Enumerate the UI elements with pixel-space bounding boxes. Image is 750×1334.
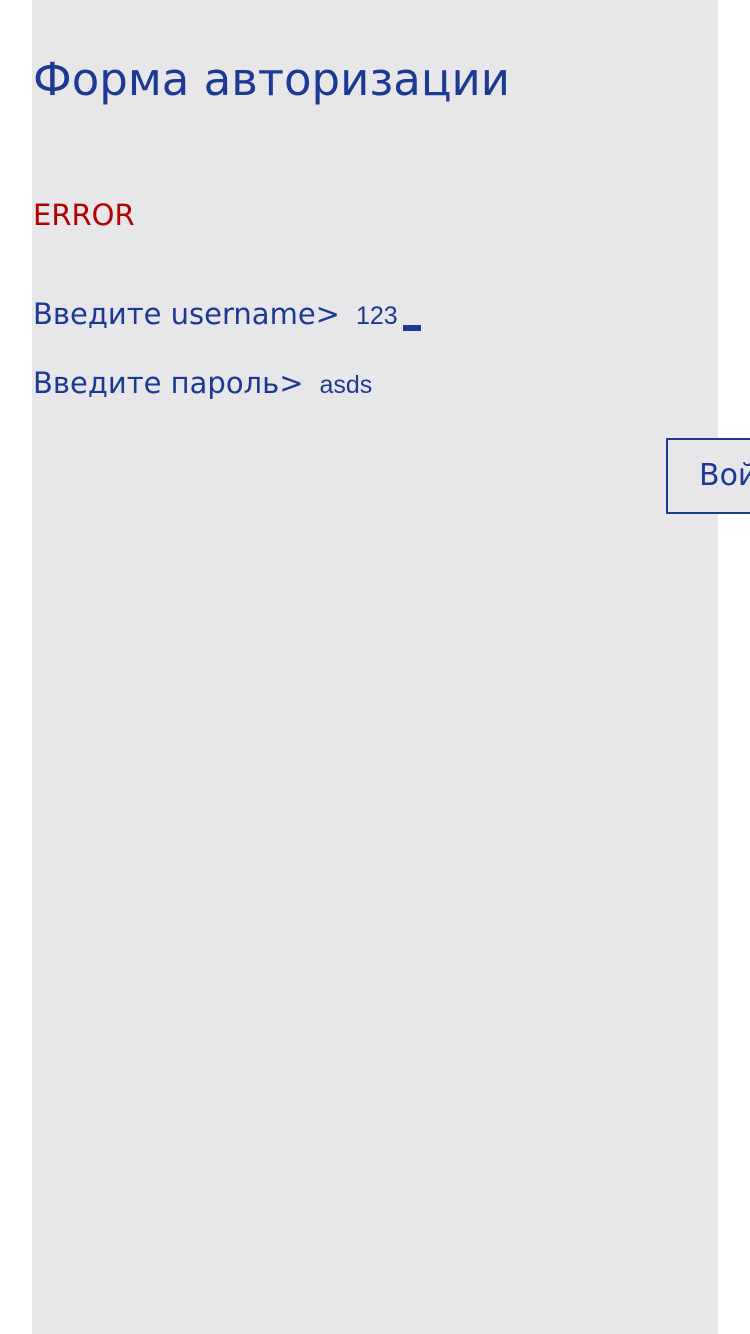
error-message: ERROR xyxy=(33,198,135,232)
password-prompt: Введите пароль> xyxy=(33,366,304,400)
login-button[interactable]: Войти xyxy=(666,438,750,514)
page-title: Форма авторизации xyxy=(33,53,510,106)
login-panel xyxy=(32,0,718,1334)
password-row: Введите пароль> asds xyxy=(33,364,372,404)
username-input[interactable]: 123 xyxy=(356,297,398,335)
viewport: Форма авторизации ERROR Введите username… xyxy=(0,0,750,1334)
username-prompt: Введите username> xyxy=(33,297,340,331)
text-cursor xyxy=(402,325,421,331)
password-input[interactable]: asds xyxy=(320,366,373,404)
username-row: Введите username> 123 xyxy=(33,295,421,335)
